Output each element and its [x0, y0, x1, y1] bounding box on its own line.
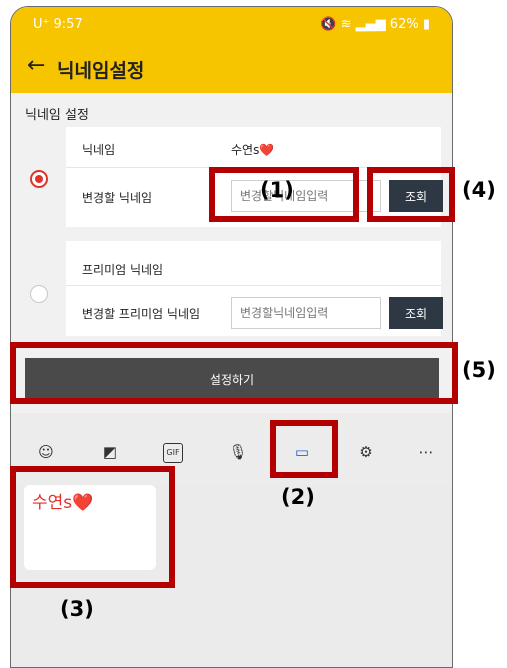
- gear-icon[interactable]: ⚙: [355, 441, 377, 463]
- annotation-box-4: [367, 167, 455, 222]
- radio-premium-nickname[interactable]: [30, 285, 48, 303]
- page-title: 닉네임설정: [57, 60, 145, 82]
- premium-lookup-button[interactable]: 조회: [389, 297, 443, 329]
- premium-nickname-input[interactable]: [231, 297, 381, 329]
- app-bar: ← 닉네임설정: [11, 43, 452, 93]
- annotation-label-1: (1): [260, 178, 294, 202]
- mic-icon[interactable]: 🎙: [227, 441, 249, 463]
- current-nickname-value: 수연s❤️: [231, 143, 275, 157]
- annotation-box-5: [10, 342, 458, 404]
- change-premium-nickname-label: 변경할 프리미엄 닉네임: [82, 307, 201, 321]
- annotation-box-3: [10, 466, 175, 588]
- premium-nickname-label: 프리미엄 닉네임: [82, 263, 164, 277]
- battery-icon: ▮: [422, 17, 430, 32]
- emoji-icon[interactable]: ☺: [35, 441, 57, 463]
- mute-icon: 🔇: [320, 17, 337, 32]
- annotation-label-2: (2): [281, 485, 315, 509]
- nickname-label: 닉네임: [82, 143, 116, 157]
- annotation-label-4: (4): [462, 178, 496, 202]
- status-bar: U⁺ 9:57 🔇 ≋ ▂▄▆ 62% ▮: [11, 7, 452, 43]
- sticker-icon[interactable]: ◩: [99, 441, 121, 463]
- annotation-box-2: [270, 420, 338, 478]
- annotation-label-5: (5): [462, 358, 496, 382]
- radio-normal-nickname[interactable]: [30, 170, 48, 188]
- more-icon[interactable]: ⋯: [415, 441, 437, 463]
- arrow-left-icon[interactable]: ←: [27, 53, 45, 78]
- change-nickname-label: 변경할 닉네임: [82, 191, 153, 205]
- status-carrier-time: U⁺ 9:57: [33, 17, 83, 32]
- premium-nickname-card: 프리미엄 닉네임 변경할 프리미엄 닉네임 조회: [66, 241, 443, 336]
- annotation-label-3: (3): [60, 597, 94, 621]
- divider: [66, 285, 441, 286]
- wifi-icon: ≋: [340, 17, 352, 32]
- gif-icon[interactable]: GIF: [163, 443, 183, 463]
- signal-icon: ▂▄▆: [355, 17, 386, 32]
- battery-percent: 62%: [389, 17, 419, 32]
- section-title: 닉네임 설정: [25, 108, 89, 123]
- status-icons: 🔇 ≋ ▂▄▆ 62% ▮: [320, 17, 430, 32]
